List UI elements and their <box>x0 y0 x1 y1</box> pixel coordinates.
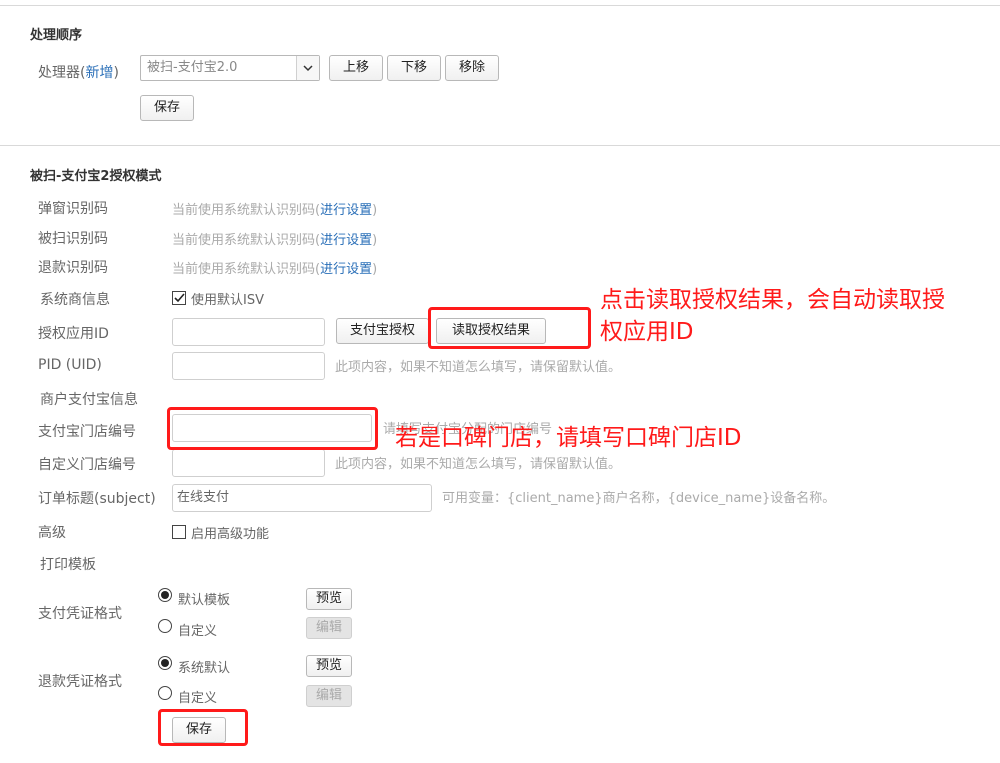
app-id-label: 授权应用ID <box>38 326 109 342</box>
section-divider <box>0 145 1000 146</box>
refund-code-label: 退款识别码 <box>38 260 108 276</box>
remove-button[interactable]: 移除 <box>445 55 499 81</box>
refund-code-settings-link[interactable]: 进行设置 <box>320 262 372 277</box>
move-down-button[interactable]: 下移 <box>387 55 441 81</box>
refund-preview-button[interactable]: 预览 <box>306 655 352 677</box>
app-id-input[interactable] <box>172 318 325 346</box>
subject-input[interactable]: 在线支付 <box>172 484 432 512</box>
read-auth-highlight-box <box>428 307 591 349</box>
refund-default-radio[interactable] <box>158 656 172 670</box>
read-auth-note-line1: 点击读取授权结果，会自动读取授 <box>600 287 945 313</box>
subject-label: 订单标题(subject) <box>38 491 156 507</box>
advanced-label: 高级 <box>38 525 66 541</box>
pay-custom-radio[interactable] <box>158 619 172 633</box>
add-processor-link[interactable]: 新增 <box>85 65 113 81</box>
read-auth-note-line2: 权应用ID <box>600 319 694 345</box>
popup-code-settings-link[interactable]: 进行设置 <box>320 203 372 218</box>
store-no-highlight-box <box>167 407 378 450</box>
pid-hint: 此项内容，如果不知道怎么填写，请保留默认值。 <box>335 360 622 375</box>
popup-code-info: 当前使用系统默认识别码(进行设置) <box>172 203 378 218</box>
refund-custom-radio[interactable] <box>158 686 172 700</box>
move-up-button[interactable]: 上移 <box>329 55 383 81</box>
scan-code-label: 被扫识别码 <box>38 231 108 247</box>
refund-voucher-label: 退款凭证格式 <box>38 674 122 690</box>
pay-default-radio[interactable] <box>158 588 172 602</box>
refund-default-option-label: 系统默认 <box>178 661 231 676</box>
pay-voucher-label: 支付凭证格式 <box>38 606 122 622</box>
processor-label: 处理器(新增) <box>38 65 119 81</box>
auth-section-title: 被扫-支付宝2授权模式 <box>30 169 162 184</box>
pid-input[interactable] <box>172 352 325 380</box>
pay-preview-button[interactable]: 预览 <box>306 588 352 610</box>
use-default-isv-checkbox[interactable] <box>172 291 186 305</box>
use-default-isv-label: 使用默认ISV <box>191 293 264 308</box>
popup-code-label: 弹窗识别码 <box>38 201 108 217</box>
scan-code-info: 当前使用系统默认识别码(进行设置) <box>172 233 378 248</box>
alipay-auth-button[interactable]: 支付宝授权 <box>336 318 429 344</box>
custom-store-input[interactable] <box>172 449 325 477</box>
pay-default-option-label: 默认模板 <box>178 593 231 608</box>
pid-label: PID (UID) <box>38 357 102 373</box>
custom-store-label: 自定义门店编号 <box>38 457 136 473</box>
refund-edit-button[interactable]: 编辑 <box>306 685 352 707</box>
store-note: 若是口碑门店，请填写口碑门店ID <box>395 425 742 451</box>
custom-store-hint: 此项内容，如果不知道怎么填写，请保留默认值。 <box>335 457 622 472</box>
merchant-info-label: 商户支付宝信息 <box>40 392 138 408</box>
order-section-title: 处理顺序 <box>30 28 83 43</box>
print-template-label: 打印模板 <box>40 557 96 573</box>
save-highlight-box <box>158 709 248 746</box>
enable-advanced-label: 启用高级功能 <box>191 527 270 542</box>
processor-select[interactable]: 被扫-支付宝2.0 <box>140 55 320 81</box>
isv-label: 系统商信息 <box>40 292 110 308</box>
refund-custom-option-label: 自定义 <box>178 691 218 706</box>
checkmark-icon <box>173 293 185 303</box>
chevron-down-icon <box>296 56 319 80</box>
scan-code-settings-link[interactable]: 进行设置 <box>320 233 372 248</box>
top-divider <box>0 5 1000 6</box>
subject-hint: 可用变量：{client_name}商户名称，{device_name}设备名称… <box>442 491 836 506</box>
pay-edit-button[interactable]: 编辑 <box>306 617 352 639</box>
order-save-button[interactable]: 保存 <box>140 95 194 121</box>
pay-custom-option-label: 自定义 <box>178 624 218 639</box>
enable-advanced-checkbox[interactable] <box>172 525 186 539</box>
processor-select-value: 被扫-支付宝2.0 <box>147 60 238 75</box>
refund-code-info: 当前使用系统默认识别码(进行设置) <box>172 262 378 277</box>
store-no-label: 支付宝门店编号 <box>38 424 136 440</box>
